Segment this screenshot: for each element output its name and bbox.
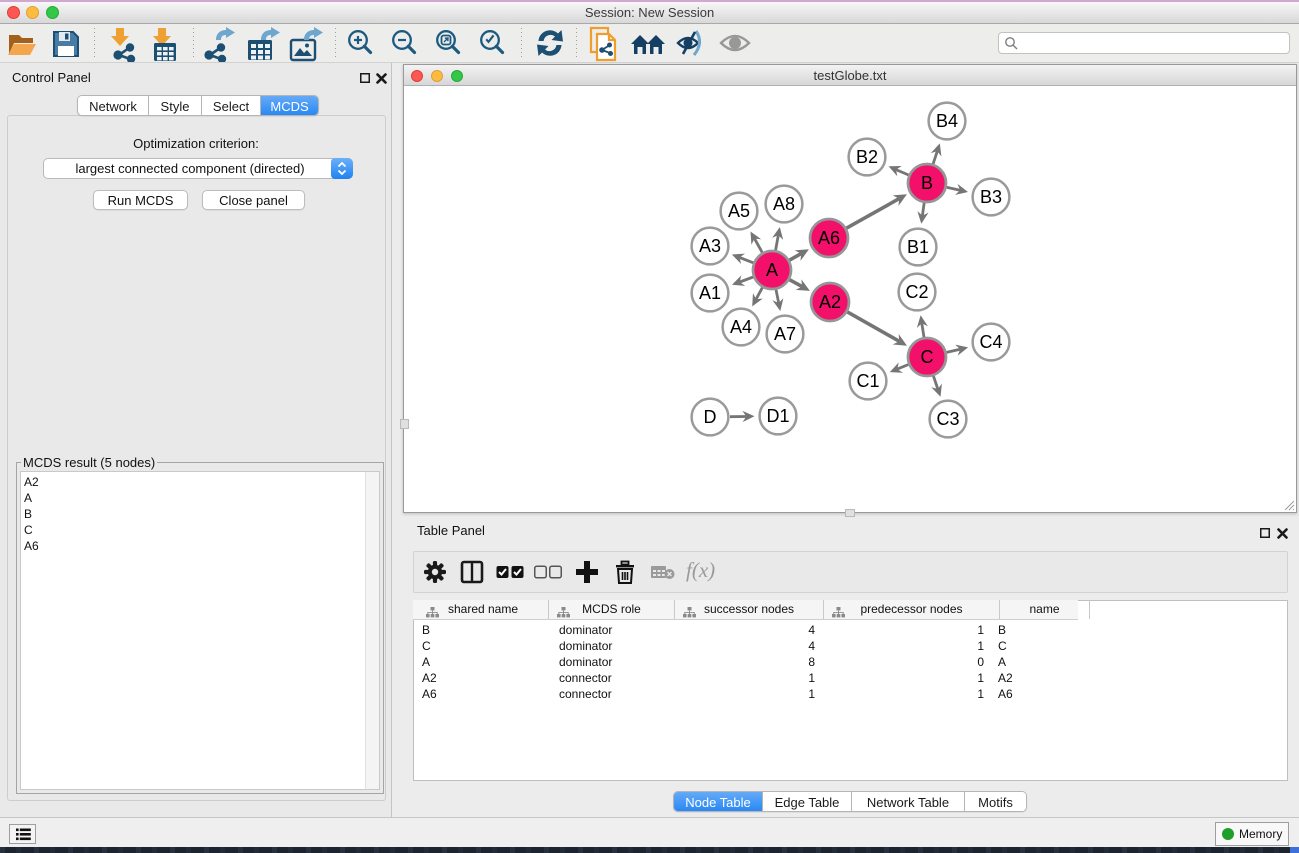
svg-text:A7: A7: [774, 324, 796, 344]
svg-text:A2: A2: [819, 292, 841, 312]
svg-text:A5: A5: [728, 201, 750, 221]
svg-text:B1: B1: [907, 237, 929, 257]
svg-text:C: C: [921, 347, 934, 367]
svg-text:A: A: [766, 260, 778, 280]
svg-text:A8: A8: [773, 194, 795, 214]
svg-text:B3: B3: [980, 187, 1002, 207]
svg-text:D1: D1: [766, 406, 789, 426]
svg-text:C3: C3: [936, 409, 959, 429]
svg-text:C2: C2: [905, 282, 928, 302]
svg-text:B2: B2: [856, 147, 878, 167]
svg-text:A4: A4: [730, 317, 752, 337]
svg-text:D: D: [704, 407, 717, 427]
svg-text:C1: C1: [856, 371, 879, 391]
svg-text:A1: A1: [699, 283, 721, 303]
svg-text:A3: A3: [699, 236, 721, 256]
svg-text:B4: B4: [936, 111, 958, 131]
svg-text:A6: A6: [818, 228, 840, 248]
svg-text:C4: C4: [979, 332, 1002, 352]
svg-text:B: B: [921, 173, 933, 193]
